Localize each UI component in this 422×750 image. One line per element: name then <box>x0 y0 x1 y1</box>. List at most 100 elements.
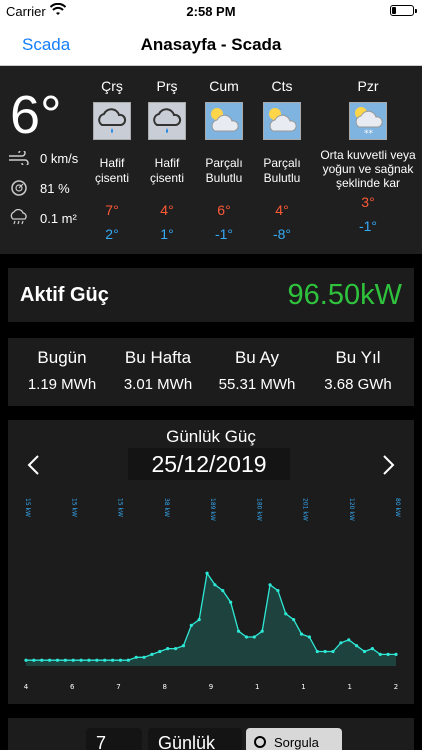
chart-data-point <box>55 658 60 662</box>
chart-data-point <box>126 658 130 662</box>
period-select[interactable]: Günlük <box>148 728 242 750</box>
stat-label: Bu Hafta <box>124 348 192 367</box>
chart-data-point <box>95 658 99 662</box>
stat-month: Bu Ay 55.31 MWh <box>207 348 307 393</box>
rain-cloud-icon <box>148 102 186 140</box>
stat-label: Bugün <box>37 348 87 367</box>
active-power-value: 96.50kW <box>287 279 402 311</box>
wind-row: 0 km/s <box>8 148 78 168</box>
chart-data-point <box>150 652 154 656</box>
forecast-day: Pzr ** Orta kuvvetli veya yoğun ve sağna… <box>313 78 422 234</box>
chart-data-point <box>276 589 280 593</box>
chart-area-fill <box>26 573 396 666</box>
humidity-gauge-icon <box>11 180 27 196</box>
chart-data-point <box>268 583 272 587</box>
peak-value-label: 15 kW <box>70 498 77 517</box>
x-tick-label: 7 <box>116 683 120 691</box>
day-high-temp: 7° <box>105 202 119 218</box>
chart-data-point <box>32 658 36 662</box>
day-high-temp: 4° <box>275 202 289 218</box>
stat-value: 55.31 MWh <box>218 376 296 393</box>
day-description: Parçalı Bulutlu <box>263 156 301 185</box>
x-tick-label: 9 <box>209 683 213 691</box>
chart-data-point <box>244 635 249 639</box>
day-low-temp: 1° <box>160 226 174 242</box>
chart-title: Günlük Güç <box>166 427 256 446</box>
stat-value: 3.01 MWh <box>123 376 193 393</box>
x-tick-label: 2 <box>394 683 398 691</box>
stat-value: 3.68 GWh <box>324 376 392 393</box>
active-power-label: Aktif Güç <box>20 284 109 306</box>
peak-value-label: 180 kW <box>255 498 262 521</box>
chart-data-point <box>260 629 264 633</box>
chevron-left-icon[interactable] <box>22 453 46 477</box>
peak-value-label: 120 kW <box>348 498 355 521</box>
query-bar: 7 Günlük Sorgula <box>8 718 414 750</box>
energy-stats-panel: Bugün 1.19 MWh Bu Hafta 3.01 MWh Bu Ay 5… <box>8 338 414 406</box>
chart-data-point <box>315 649 319 654</box>
weather-panel: 6° 0 km/s 81 % 0.1 m² Çrş Hafif çisenti … <box>0 66 422 254</box>
day-description: Orta kuvvetli veya yoğun ve sağnak şekli… <box>320 148 416 190</box>
chart-data-point <box>103 658 107 662</box>
partly-cloudy-icon <box>263 102 301 140</box>
chart-data-point <box>394 652 398 656</box>
stat-week: Bu Hafta 3.01 MWh <box>108 348 208 393</box>
day-low-temp: -1° <box>358 218 378 234</box>
forecast-day: Cts Parçalı Bulutlu 4° -8° <box>252 78 312 242</box>
chart-data-point <box>166 647 170 651</box>
x-tick-label: 1 <box>301 683 305 691</box>
status-time: 2:58 PM <box>186 4 236 19</box>
active-power-panel: Aktif Güç 96.50kW <box>8 268 414 322</box>
daily-power-chart-panel: Günlük Güç 25/12/2019 15 kW 15 kW 15 kW 38 … <box>8 420 414 704</box>
chart-data-point <box>110 658 115 662</box>
x-tick-label: 6 <box>70 683 75 691</box>
day-description: Parçalı Bulutlu <box>205 156 243 185</box>
peak-value-label: 189 kW <box>209 498 216 521</box>
stat-today: Bugün 1.19 MWh <box>12 348 112 393</box>
count-field[interactable]: 7 <box>86 728 142 750</box>
battery-icon <box>390 5 417 16</box>
day-high-temp: 4° <box>160 202 174 218</box>
chart-data-point <box>189 623 193 627</box>
chart-data-point <box>339 641 343 645</box>
chart-data-point <box>205 571 209 575</box>
chart-data-point <box>48 658 52 662</box>
chart-data-point <box>213 583 217 587</box>
chart-data-point <box>87 658 91 662</box>
chart-data-point <box>331 649 335 654</box>
peak-value-label: 15 kW <box>24 498 31 517</box>
day-name: Çrş <box>101 78 123 94</box>
date-selector[interactable]: 25/12/2019 <box>128 448 290 480</box>
chart-data-point <box>292 618 296 622</box>
day-name: Pzr <box>357 78 379 94</box>
daily-power-chart: 15 kW 15 kW 15 kW 38 kW 189 kW 180 kW 201 kW 12… <box>24 498 401 691</box>
chart-data-point <box>362 649 367 654</box>
query-button-label: Sorgula <box>274 735 319 750</box>
x-tick-label: 8 <box>163 683 167 691</box>
forecast-day: Cum Parçalı Bulutlu 6° -1° <box>194 78 254 242</box>
chart-data-point <box>307 635 312 639</box>
peak-value-label: 80 kW <box>394 498 401 517</box>
current-temperature: 6° <box>10 85 62 145</box>
humidity-row: 81 % <box>8 178 70 198</box>
search-icon <box>254 736 266 748</box>
chart-data-point <box>221 589 225 593</box>
day-low-temp: -8° <box>272 226 292 242</box>
chart-data-point <box>158 649 162 654</box>
chart-data-point <box>355 644 359 648</box>
query-button[interactable]: Sorgula <box>246 728 342 750</box>
forecast-day: Çrş Hafif çisenti 7° 2° <box>82 78 142 242</box>
peak-value-label: 38 kW <box>163 498 170 517</box>
day-description: Hafif çisenti <box>94 156 129 185</box>
chart-data-point <box>40 658 44 662</box>
chevron-right-icon[interactable] <box>376 453 400 477</box>
x-tick-label: 1 <box>255 683 259 691</box>
navigation-bar: Scada Anasayfa - Scada <box>0 22 422 66</box>
chart-data-point <box>370 647 374 651</box>
stat-value: 1.19 MWh <box>27 376 97 393</box>
rain-row: 0.1 m² <box>8 208 77 228</box>
chart-data-point <box>378 652 382 656</box>
x-tick-label: 1 <box>348 683 352 691</box>
chart-data-point <box>386 652 390 656</box>
chart-data-point <box>284 612 288 616</box>
